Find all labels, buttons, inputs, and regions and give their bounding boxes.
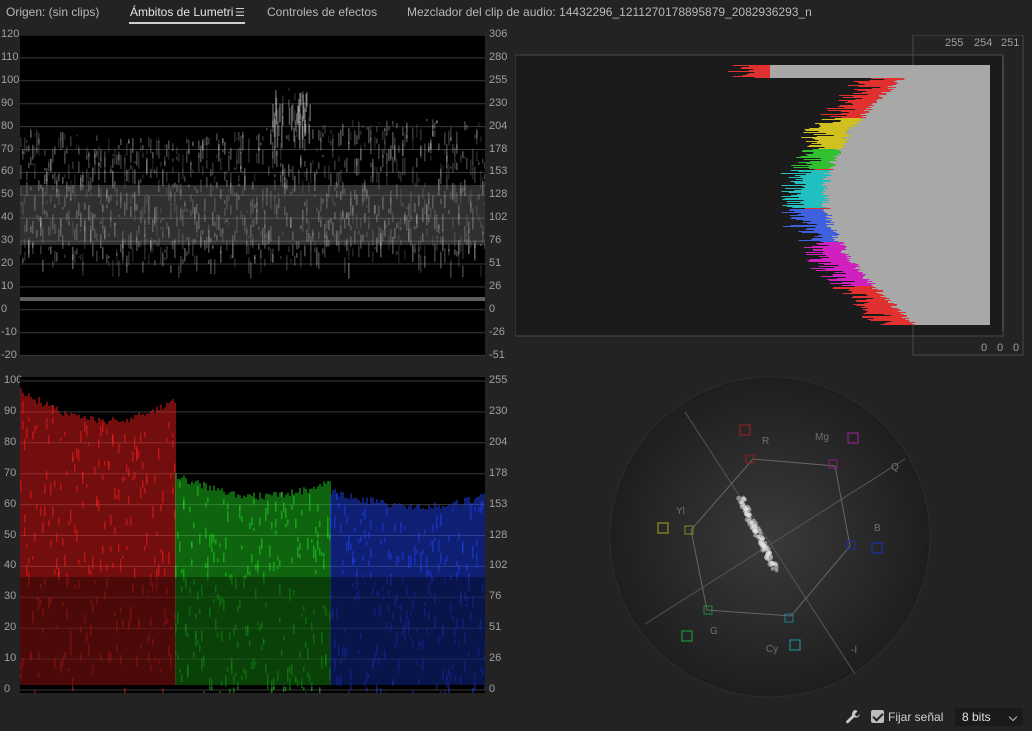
axis-tick-label: 0 — [489, 683, 496, 695]
rgb-parade-scope — [20, 377, 485, 693]
axis-tick-label: 30 — [1, 234, 14, 247]
histogram-top-green-value: 254 — [974, 37, 993, 49]
vectorscope-label-cy: Cy — [766, 644, 778, 655]
axis-tick-label: 50 — [1, 188, 14, 201]
axis-tick-label: 51 — [489, 257, 502, 269]
axis-tick-label: 70 — [1, 142, 14, 155]
axis-tick-label: 80 — [4, 435, 17, 448]
axis-tick-label: 0 — [489, 302, 496, 315]
vectorscope: R Mg Q Yl B G Cy -I — [609, 376, 931, 698]
axis-tick-label: 10 — [4, 652, 17, 665]
vectorscope-label-mg: Mg — [815, 432, 829, 443]
axis-tick-label: 204 — [489, 119, 508, 132]
axis-tick-label: 26 — [489, 279, 502, 292]
axis-tick-label: 102 — [489, 211, 508, 224]
vectorscope-label-i: -I — [851, 645, 857, 656]
axis-tick-label: 230 — [489, 96, 508, 109]
axis-tick-label: 80 — [1, 119, 14, 132]
active-tab-underline — [129, 22, 245, 24]
axis-tick-label: 20 — [4, 621, 17, 634]
axis-tick-label: 110 — [1, 50, 19, 63]
axis-tick-label: 128 — [489, 528, 508, 541]
vectorscope-label-r: R — [762, 436, 769, 447]
axis-tick-label: 76 — [489, 234, 502, 247]
lock-signal-checkbox[interactable] — [871, 710, 884, 723]
tab-audio-clip-mixer[interactable]: Mezclador del clip de audio: 14432296_12… — [407, 5, 812, 19]
axis-tick-label: 306 — [489, 28, 508, 40]
axis-tick-label: 30 — [4, 590, 17, 603]
bit-depth-value: 8 bits — [962, 710, 991, 724]
histogram-top-red-value: 255 — [945, 37, 964, 49]
chevron-down-icon — [1008, 712, 1018, 722]
axis-tick-label: 153 — [489, 497, 508, 510]
axis-tick-label: 255 — [489, 374, 508, 386]
histogram-top-blue-value: 251 — [1001, 37, 1020, 49]
histogram-scope — [515, 35, 1024, 356]
axis-tick-label: 40 — [4, 559, 17, 572]
wrench-settings-icon[interactable] — [845, 709, 861, 725]
parade-green-channel — [175, 473, 331, 693]
axis-tick-label: 60 — [4, 497, 17, 510]
parade-blue-channel — [330, 488, 485, 693]
axis-tick-label: 178 — [489, 466, 508, 479]
histogram-bottom-green-value: 0 — [997, 342, 1004, 354]
luma-waveform-scope — [20, 35, 485, 356]
axis-tick-label: 20 — [1, 257, 14, 269]
vectorscope-label-g: G — [710, 626, 718, 637]
histogram-bottom-red-value: 0 — [981, 342, 988, 354]
vectorscope-label-yl: Yl — [676, 506, 685, 517]
lock-signal-label: Fijar señal — [888, 710, 944, 724]
histogram-bottom-blue-value: 0 — [1013, 342, 1020, 354]
axis-tick-label: 26 — [489, 652, 502, 665]
axis-tick-label: -51 — [489, 348, 505, 361]
axis-tick-label: 153 — [489, 165, 508, 178]
axis-tick-label: 255 — [489, 73, 508, 86]
axis-tick-label: -10 — [1, 325, 17, 338]
bit-depth-dropdown[interactable]: 8 bits — [955, 708, 1023, 726]
parade-red-channel — [20, 388, 176, 693]
axis-tick-label: -26 — [489, 325, 505, 338]
axis-tick-label: 204 — [489, 435, 508, 448]
panel-tab-bar: Origen: (sin clips) Ámbitos de Lumetri ☰… — [0, 0, 1032, 26]
axis-tick-label: 90 — [4, 404, 17, 417]
vectorscope-label-b: B — [874, 523, 881, 534]
axis-tick-label: 70 — [4, 466, 17, 479]
axis-tick-label: 230 — [489, 404, 508, 417]
axis-tick-label: 178 — [489, 142, 508, 155]
axis-tick-label: 76 — [489, 590, 502, 603]
tab-origen[interactable]: Origen: (sin clips) — [6, 5, 99, 19]
panel-menu-icon[interactable]: ☰ — [235, 6, 245, 19]
axis-tick-label: 90 — [1, 96, 14, 109]
axis-tick-label: 280 — [489, 50, 508, 63]
axis-tick-label: 0 — [4, 683, 11, 695]
axis-tick-label: -20 — [1, 348, 17, 361]
tab-lumetri-scopes[interactable]: Ámbitos de Lumetri — [130, 5, 233, 19]
axis-tick-label: 60 — [1, 165, 14, 178]
axis-tick-label: 100 — [1, 73, 20, 86]
vectorscope-label-q: Q — [891, 462, 899, 473]
axis-tick-label: 10 — [1, 279, 14, 292]
axis-tick-label: 102 — [489, 559, 508, 572]
axis-tick-label: 0 — [1, 302, 8, 315]
axis-tick-label: 128 — [489, 188, 508, 201]
axis-tick-label: 40 — [1, 211, 14, 224]
axis-tick-label: 50 — [4, 528, 17, 541]
tab-effect-controls[interactable]: Controles de efectos — [267, 5, 377, 19]
axis-tick-label: 120 — [1, 28, 20, 40]
axis-tick-label: 51 — [489, 621, 502, 634]
